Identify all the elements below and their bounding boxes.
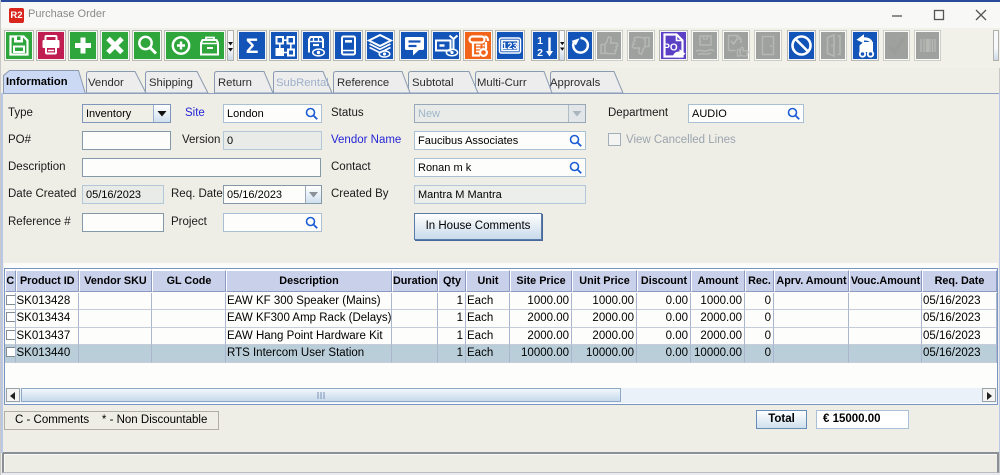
svg-text:Approvals: Approvals [550,77,601,89]
svg-text:2: 2 [537,47,543,59]
svg-text:PO: PO [663,43,678,54]
svg-text:Reference: Reference [337,77,389,89]
svg-text:Subtotal: Subtotal [412,77,453,89]
svg-text:123: 123 [502,41,518,51]
svg-text:Σ: Σ [246,35,259,58]
svg-text:Multi-Curr: Multi-Curr [477,77,527,89]
svg-text:Return: Return [218,77,252,89]
svg-text:SubRental: SubRental [276,77,329,89]
svg-text:Vendor: Vendor [88,77,124,89]
svg-text:Shipping: Shipping [149,77,193,89]
svg-text:1: 1 [537,35,543,47]
svg-text:Information: Information [6,76,68,88]
